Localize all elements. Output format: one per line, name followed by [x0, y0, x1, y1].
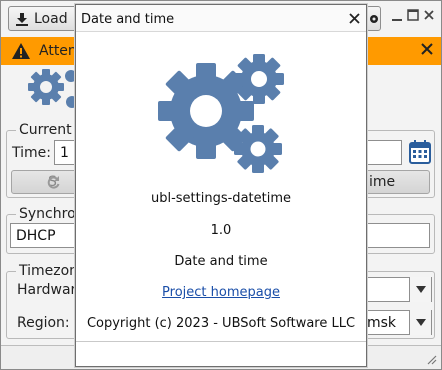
chevron-down-icon: [415, 286, 426, 293]
app-description: Date and time: [174, 254, 268, 269]
resize-grip-icon[interactable]: [425, 353, 437, 365]
load-button[interactable]: Load: [8, 6, 78, 31]
calendar-icon[interactable]: [408, 139, 432, 165]
maximize-icon[interactable]: [406, 8, 420, 22]
time-value: 1: [60, 144, 69, 161]
app-name: ubl-settings-datetime: [150, 191, 291, 206]
time-label: Time:: [12, 145, 51, 161]
minimize-icon[interactable]: [390, 8, 404, 22]
close-icon[interactable]: [422, 8, 436, 22]
dialog-title: Date and time: [81, 12, 175, 27]
gear-icon: [370, 14, 378, 23]
sync-mode-field[interactable]: DHCP: [10, 223, 82, 248]
copyright-text: Copyright (c) 2023 - UBSoft Software LLC: [86, 316, 356, 331]
chevron-down-icon: [415, 319, 426, 326]
dialog-footer-divider: [76, 341, 366, 342]
about-dialog: Date and time ubl-settings-datetime 1.0 …: [75, 4, 367, 367]
refresh-icon: [47, 176, 60, 189]
set-time-button[interactable]: ime: [360, 170, 430, 194]
download-icon: [16, 12, 28, 26]
sync-mode-value: DHCP: [16, 227, 56, 244]
warning-icon: [12, 43, 30, 59]
load-button-label: Load: [34, 10, 68, 27]
set-time-button-label: ime: [369, 174, 396, 190]
region-dropdown[interactable]: [409, 310, 431, 335]
warning-close-icon[interactable]: [420, 42, 434, 56]
dialog-close-icon[interactable]: [349, 13, 360, 24]
hardware-clock-dropdown[interactable]: [409, 277, 431, 302]
app-version: 1.0: [210, 223, 232, 238]
settings-button[interactable]: [366, 6, 381, 31]
sync-server-field[interactable]: [360, 223, 430, 248]
hardware-clock-combo[interactable]: [360, 277, 432, 302]
region-combo[interactable]: msk: [360, 310, 432, 335]
project-homepage-link[interactable]: Project homepage: [162, 285, 280, 300]
project-homepage-link-row: Project homepage: [76, 285, 366, 300]
gear-logo-icon: [28, 69, 78, 108]
region-label: Region:: [17, 315, 70, 331]
app-logo-icon: [158, 54, 284, 173]
